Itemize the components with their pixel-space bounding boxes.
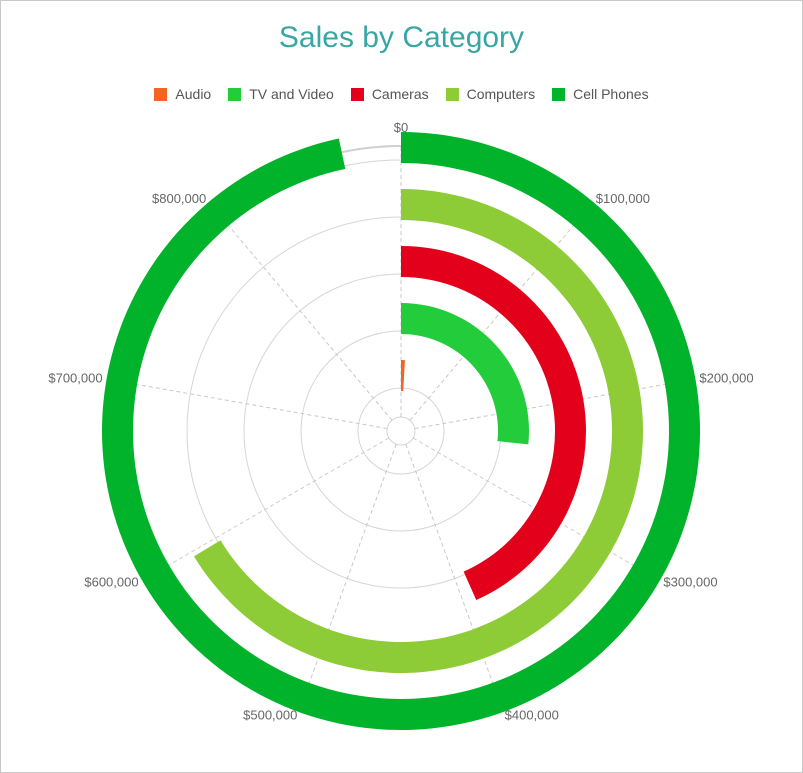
axis-tick-label: $300,000: [663, 575, 717, 590]
bar-cameras[interactable]: [401, 246, 586, 601]
grid-circle-0: [386, 416, 416, 446]
axis-tick-label: $400,000: [505, 708, 559, 723]
axis-tick-label: $500,000: [243, 708, 297, 723]
axis-tick-label: $800,000: [152, 191, 206, 206]
axis-tick-label: $700,000: [48, 370, 102, 385]
radial-chart-plot: $0$100,000$200,000$300,000$400,000$500,0…: [48, 120, 754, 730]
axis-tick-label: $100,000: [596, 191, 650, 206]
grid-spoke-8: [217, 212, 393, 421]
grid-spoke-7: [120, 381, 388, 430]
grid-spoke-6: [153, 437, 390, 574]
bar-cell-phones[interactable]: [102, 132, 700, 730]
bar-audio[interactable]: [401, 360, 405, 392]
axis-tick-label: $200,000: [699, 370, 753, 385]
axis-tick-label: $600,000: [84, 575, 138, 590]
bar-tv-and-video[interactable]: [401, 303, 529, 445]
